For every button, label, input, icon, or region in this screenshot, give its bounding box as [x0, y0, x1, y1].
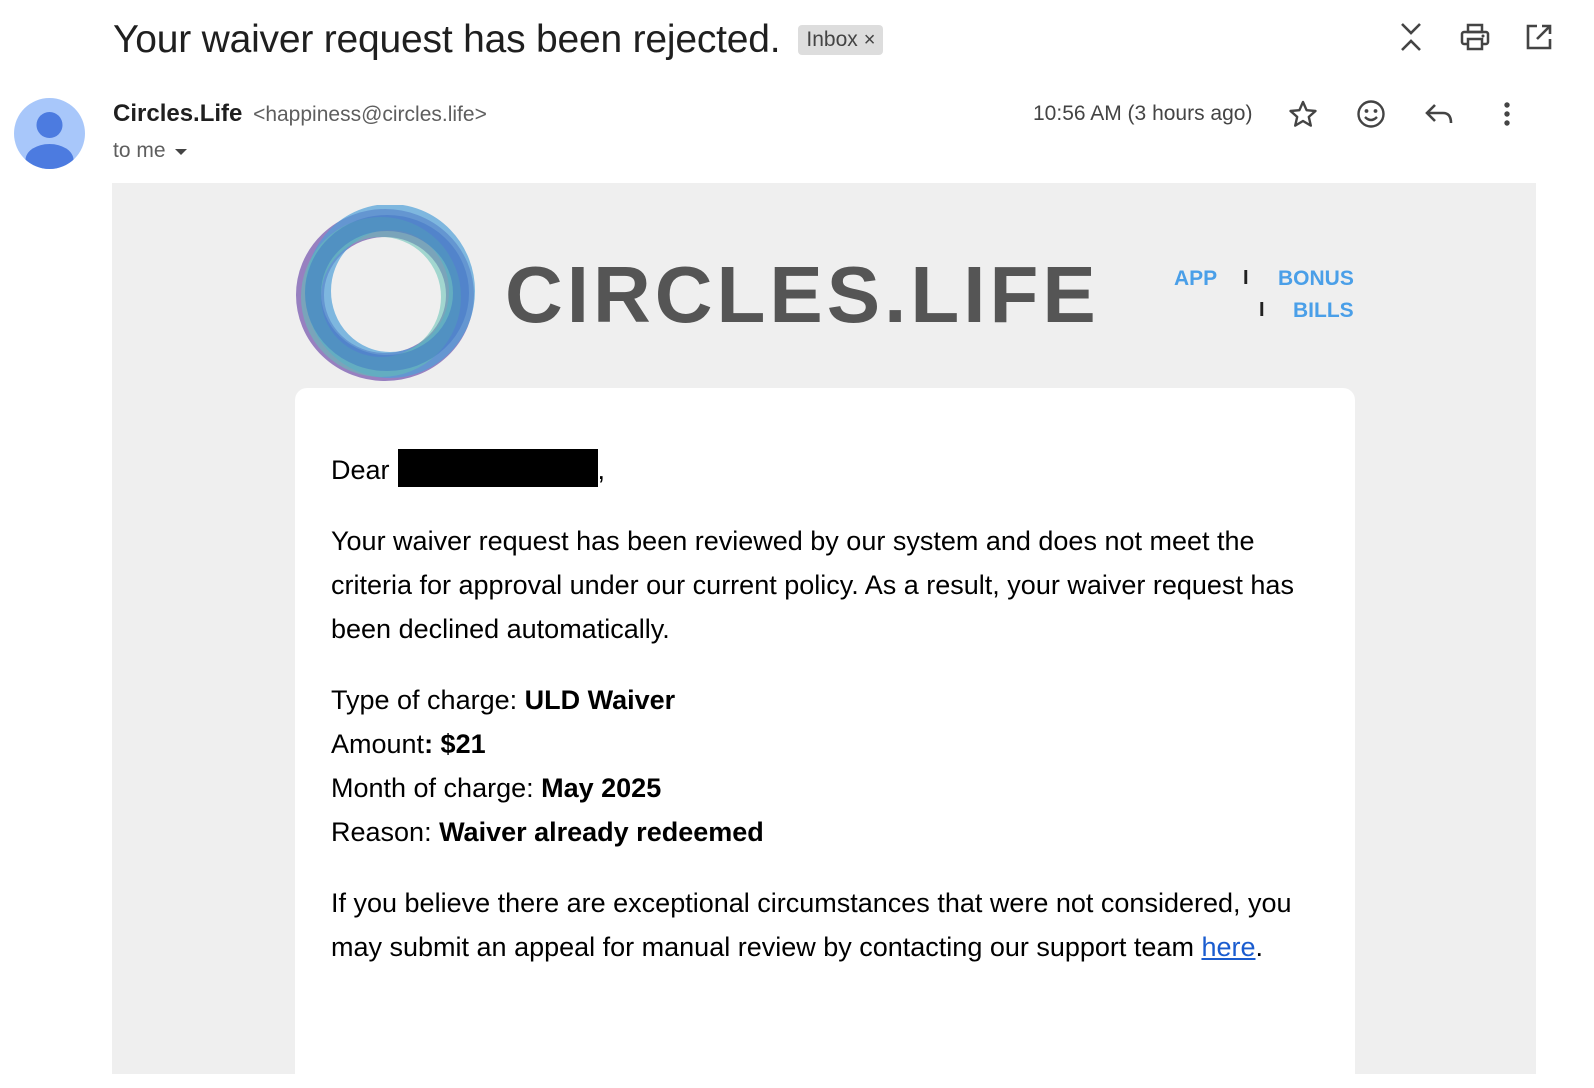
subject-row: Your waiver request has been rejected. I… — [113, 14, 884, 66]
paragraph-appeal: If you believe there are exceptional cir… — [331, 888, 1292, 962]
reason-row: Reason: Waiver already redeemed — [331, 817, 764, 847]
inbox-label-text: Inbox — [806, 28, 858, 51]
brand-logo-text: CIRCLES.LIFE — [505, 250, 1100, 339]
paragraph-rejection: Your waiver request has been reviewed by… — [331, 526, 1294, 644]
inbox-label-chip[interactable]: Inbox × — [798, 25, 884, 55]
nav-separator: I — [1243, 267, 1249, 289]
type-of-charge-row: Type of charge: ULD Waiver — [331, 685, 676, 715]
recipient-text: to me — [113, 139, 166, 162]
nav-bills-link[interactable]: BILLS — [1293, 299, 1354, 323]
emoji-icon[interactable] — [1356, 99, 1386, 129]
email-subject: Your waiver request has been rejected. — [113, 18, 781, 61]
month-of-charge-row: Month of charge: May 2025 — [331, 773, 662, 803]
chevron-down-icon[interactable] — [174, 139, 188, 163]
avatar[interactable] — [14, 98, 85, 169]
collapse-icon[interactable] — [1396, 22, 1426, 52]
message-actions — [1288, 99, 1522, 129]
email-body-frame: CIRCLES.LIFE APP I BONUS I BILLS Dear, Y… — [112, 183, 1536, 1088]
nav-bonus-link[interactable]: BONUS — [1278, 267, 1354, 291]
redacted-name — [397, 449, 598, 487]
more-vert-icon[interactable] — [1492, 99, 1522, 129]
remove-label-button[interactable]: × — [864, 29, 876, 52]
sender-name[interactable]: Circles.Life — [113, 100, 242, 127]
amount-row: Amount: $21 — [331, 729, 486, 759]
timestamp: 10:56 AM (3 hours ago) — [1033, 102, 1253, 125]
star-icon[interactable] — [1288, 99, 1318, 129]
top-actions — [1396, 22, 1554, 52]
recipient-details-toggle[interactable]: to me — [113, 139, 188, 163]
message-card: Dear, Your waiver request has been revie… — [295, 388, 1355, 1088]
charge-details: Type of charge: ULD Waiver Amount: $21 M… — [331, 678, 1321, 854]
message-content: Dear, Your waiver request has been revie… — [331, 448, 1321, 969]
sender-row: Circles.Life <happiness@circles.life> — [113, 100, 487, 128]
print-icon[interactable] — [1460, 22, 1490, 52]
nav-app-link[interactable]: APP — [1174, 267, 1217, 291]
nav-separator: I — [1259, 299, 1265, 321]
sender-email: <happiness@circles.life> — [253, 103, 487, 126]
open-in-new-icon[interactable] — [1524, 22, 1554, 52]
support-here-link[interactable]: here — [1201, 932, 1255, 962]
reply-icon[interactable] — [1424, 99, 1454, 129]
circles-logo-icon — [295, 204, 477, 383]
greeting: Dear, — [331, 448, 1321, 492]
